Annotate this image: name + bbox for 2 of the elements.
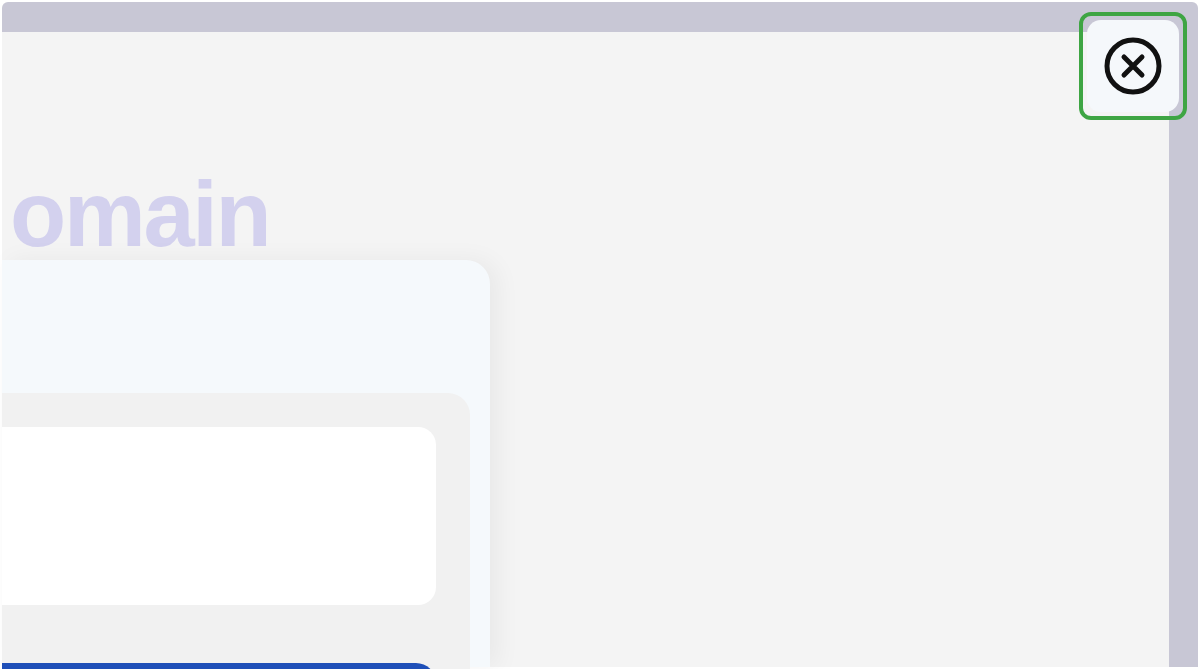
close-icon [1103, 36, 1163, 96]
close-button[interactable] [1087, 20, 1179, 112]
